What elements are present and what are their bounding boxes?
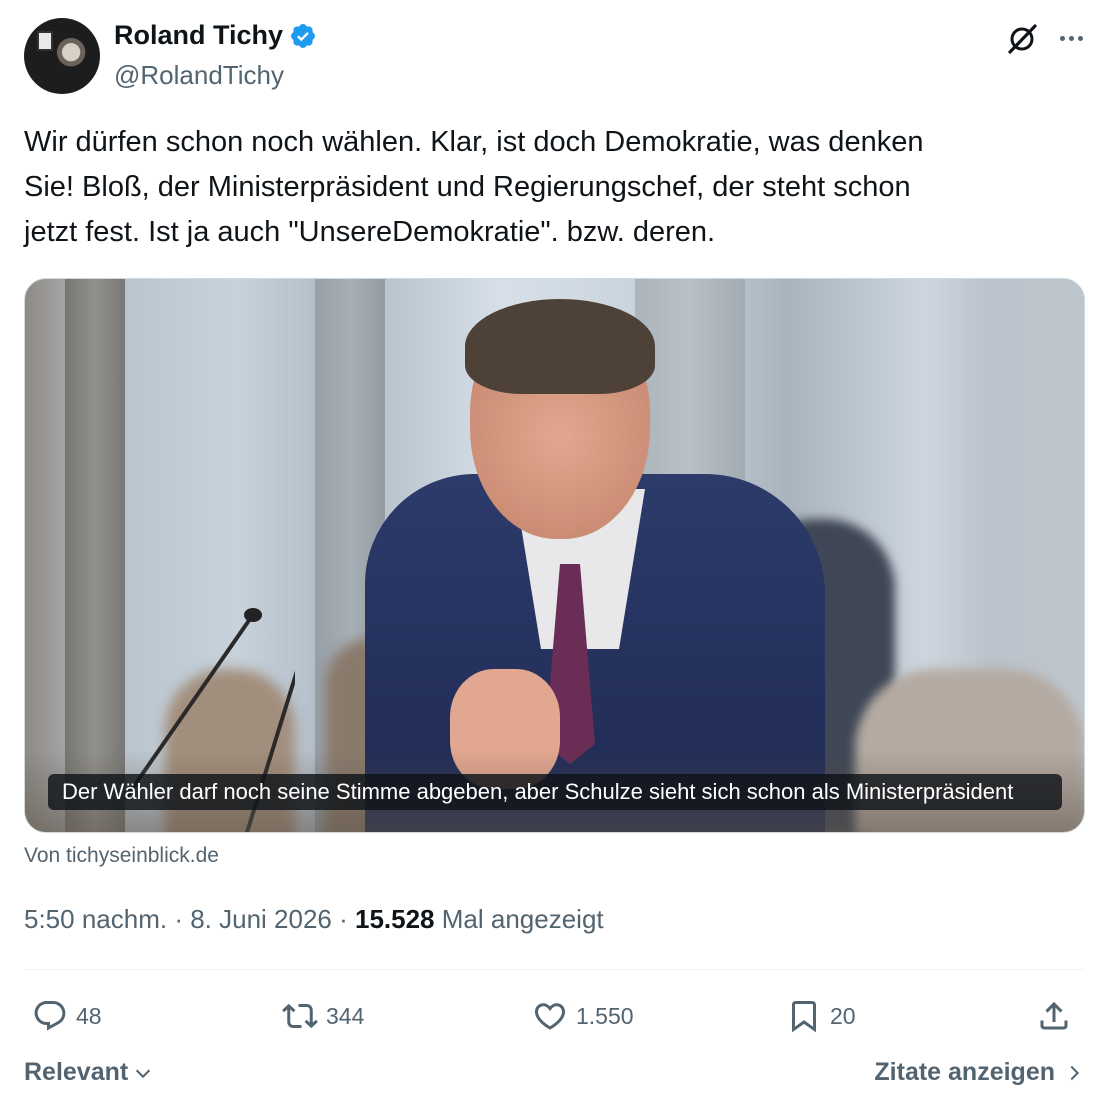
avatar[interactable] [24,18,100,94]
reply-icon [34,1001,66,1031]
share-button[interactable] [1036,990,1072,1042]
tweet-text-line: Sie! Bloß, der Ministerpräsident und Reg… [24,171,911,203]
like-icon [534,1003,566,1030]
tweet-header: Roland Tichy @RolandTichy [24,18,1089,98]
tweet-date[interactable]: 8. Juni 2026 [190,904,332,934]
author-handle[interactable]: @RolandTichy [114,60,284,91]
tweet-time[interactable]: 5:50 nachm. [24,904,167,934]
chevron-right-icon [1070,1065,1080,1080]
share-icon [1040,1001,1068,1030]
tweet-text-line: Wir dürfen schon noch wählen. Klar, ist … [24,126,924,158]
action-bar: 48 344 1.550 20 [24,990,1085,1042]
verified-badge-icon[interactable] [289,22,317,50]
author-name-row: Roland Tichy [114,20,317,51]
tweet-text-line: jetzt fest. Ist ja auch "UnsereDemokrati… [24,216,716,248]
reply-count: 48 [76,1002,102,1029]
tweet-footer: Relevant Zitate anzeigen [24,1058,1085,1094]
chevron-down-icon [136,1069,151,1078]
bookmark-count: 20 [830,1002,856,1029]
link-card-image[interactable]: Der Wähler darf noch seine Stimme abgebe… [24,278,1085,833]
reply-button[interactable]: 48 [32,990,102,1042]
repost-button[interactable]: 344 [282,990,364,1042]
bookmark-button[interactable]: 20 [786,990,856,1042]
grok-icon[interactable] [1005,22,1039,56]
view-count: 15.528 [354,904,435,934]
tweet-meta: 5:50 nachm. · 8. Juni 2026 · 15.528 Mal … [24,904,604,935]
sort-label: Relevant [24,1058,129,1086]
quotes-label: Zitate anzeigen [874,1058,1055,1086]
divider [24,969,1085,970]
more-icon[interactable] [1053,20,1089,56]
sort-dropdown[interactable]: Relevant [24,1058,154,1087]
tweet-text: Wir dürfen schon noch wählen. Klar, ist … [24,120,1084,255]
repost-count: 344 [326,1002,365,1029]
repost-icon [282,1003,318,1029]
like-button[interactable]: 1.550 [532,990,634,1042]
meta-separator: · [331,904,355,934]
view-label: Mal angezeigt [441,904,604,934]
like-count: 1.550 [576,1002,634,1029]
author-name[interactable]: Roland Tichy [114,20,283,51]
link-source[interactable]: Von tichyseinblick.de [24,844,219,868]
bookmark-icon [792,1001,816,1033]
meta-separator: · [167,904,191,934]
view-quotes-link[interactable]: Zitate anzeigen [874,1058,1085,1087]
link-card-title: Der Wähler darf noch seine Stimme abgebe… [48,774,1062,810]
